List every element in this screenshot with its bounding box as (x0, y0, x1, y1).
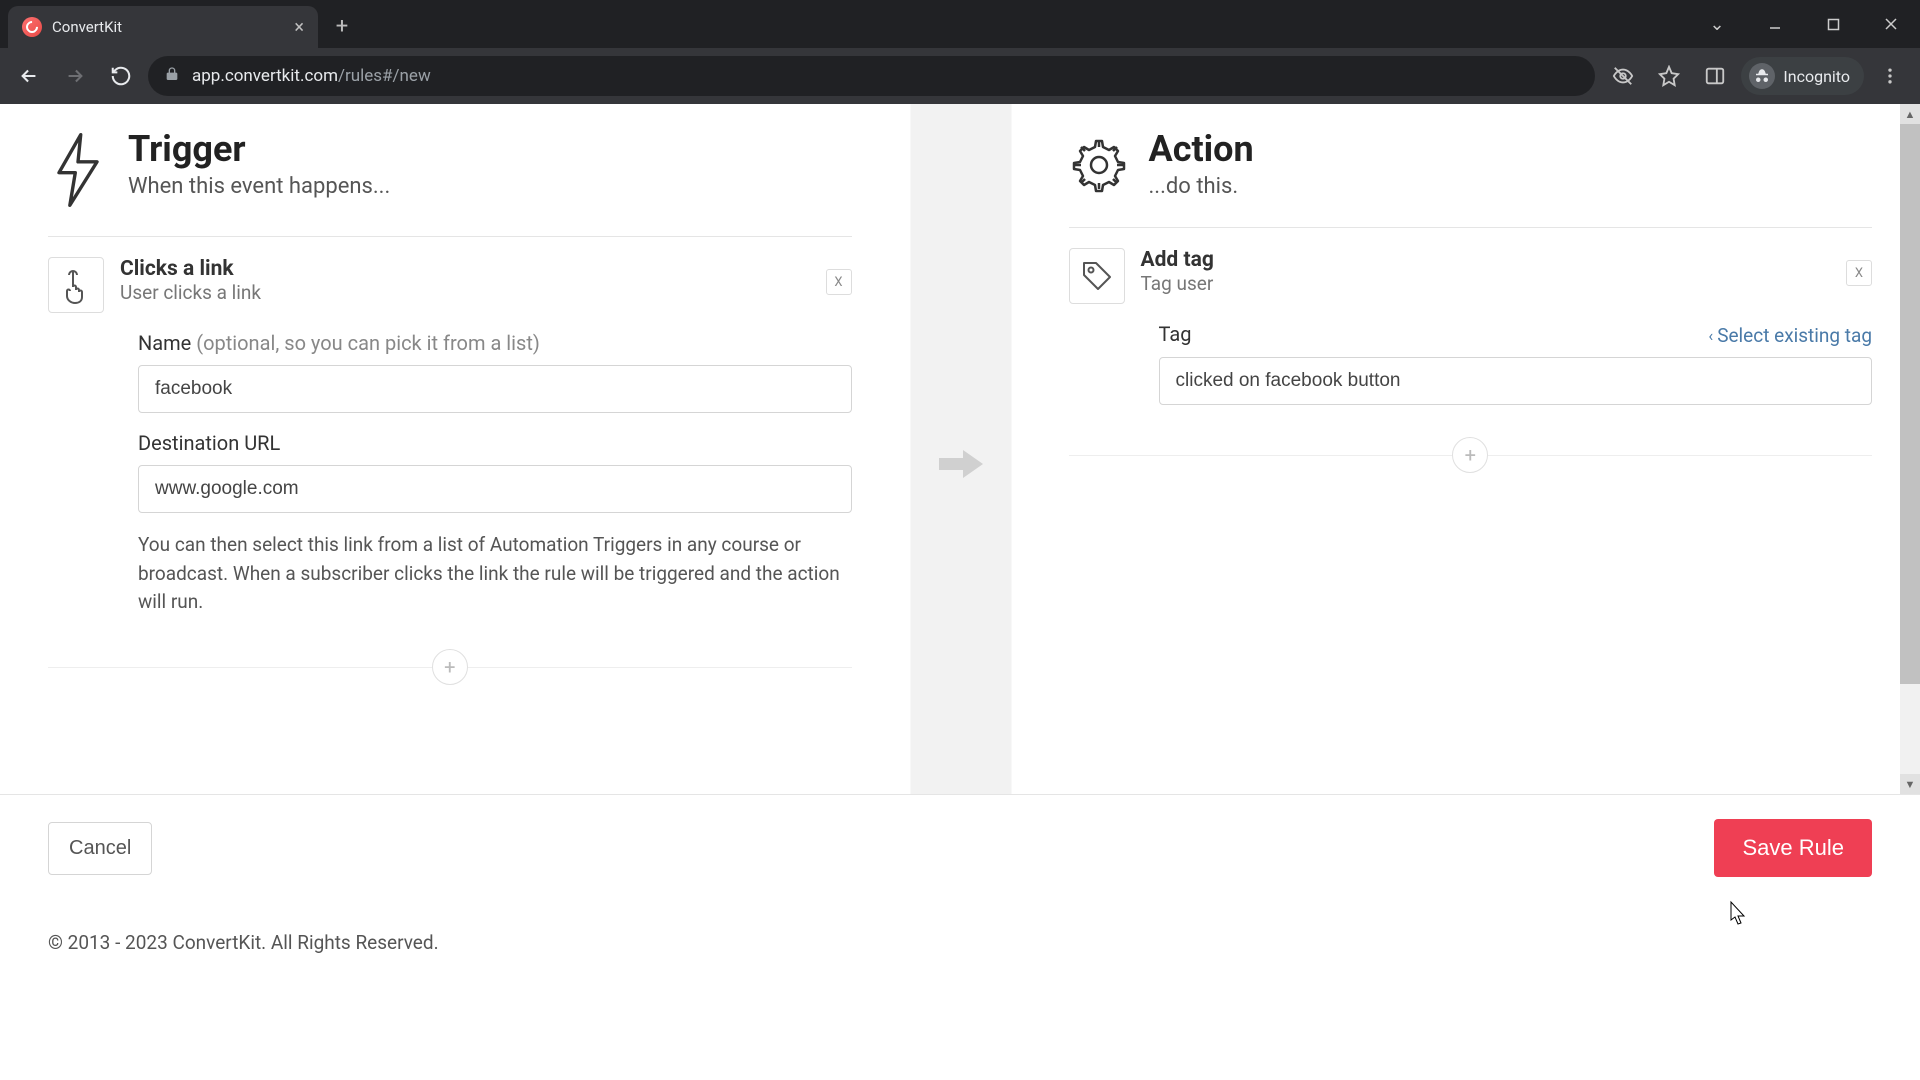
close-window-icon[interactable] (1862, 4, 1920, 44)
action-subtitle: ...do this. (1149, 174, 1254, 199)
trigger-card-title: Clicks a link (120, 257, 261, 281)
address-bar[interactable]: app.convertkit.com/rules#/new (148, 56, 1595, 96)
click-link-icon (48, 257, 104, 313)
divider (1069, 227, 1873, 228)
url-label: Destination URL (138, 431, 280, 455)
destination-url-input[interactable] (138, 465, 852, 513)
scrollbar[interactable]: ▲ ▼ (1900, 104, 1920, 794)
cancel-button[interactable]: Cancel (48, 822, 152, 875)
flow-divider (901, 104, 1021, 794)
tab-search-icon[interactable]: ⌄ (1688, 4, 1746, 44)
url-path: /rules#/new (338, 66, 431, 86)
tag-input[interactable] (1159, 357, 1873, 405)
incognito-chip[interactable]: Incognito (1741, 57, 1864, 95)
incognito-icon (1749, 63, 1775, 89)
scrollbar-up-icon[interactable]: ▲ (1900, 104, 1920, 124)
remove-action-button[interactable]: X (1846, 260, 1872, 286)
side-panel-icon[interactable] (1695, 56, 1735, 96)
lock-icon (164, 66, 180, 87)
action-title: Action (1149, 128, 1254, 170)
gear-icon (1069, 128, 1129, 198)
close-tab-icon[interactable]: × (294, 17, 304, 38)
site-favicon-icon (22, 17, 42, 37)
trigger-card-sub: User clicks a link (120, 281, 261, 304)
remove-trigger-button[interactable]: X (826, 269, 852, 295)
minimize-icon[interactable] (1746, 4, 1804, 44)
divider (48, 236, 852, 237)
trigger-name-input[interactable] (138, 365, 852, 413)
action-card-sub: Tag user (1141, 272, 1214, 295)
back-button[interactable] (10, 57, 48, 95)
scrollbar-thumb[interactable] (1900, 124, 1920, 684)
tracking-protection-icon[interactable] (1603, 56, 1643, 96)
arrow-right-icon (937, 444, 985, 484)
scrollbar-down-icon[interactable]: ▼ (1900, 774, 1920, 794)
kebab-menu-icon[interactable] (1870, 56, 1910, 96)
lightning-icon (48, 128, 108, 208)
new-tab-button[interactable]: + (324, 8, 360, 44)
trigger-subtitle: When this event happens... (128, 174, 390, 199)
forward-button[interactable] (56, 57, 94, 95)
trigger-help-text: You can then select this link from a lis… (138, 531, 852, 617)
add-trigger-button[interactable]: + (432, 649, 468, 685)
tag-label: Tag (1159, 322, 1192, 346)
bookmark-icon[interactable] (1649, 56, 1689, 96)
browser-tab[interactable]: ConvertKit × (8, 6, 318, 48)
action-card-title: Add tag (1141, 248, 1214, 272)
select-existing-tag-link[interactable]: ‹Select existing tag (1708, 324, 1872, 347)
save-rule-button[interactable]: Save Rule (1714, 819, 1872, 877)
tab-title: ConvertKit (52, 18, 122, 36)
copyright-text: © 2013 - 2023 ConvertKit. All Rights Res… (0, 901, 1920, 984)
name-hint: (optional, so you can pick it from a lis… (196, 331, 540, 355)
add-action-button[interactable]: + (1452, 437, 1488, 473)
reload-button[interactable] (102, 57, 140, 95)
tag-icon (1069, 248, 1125, 304)
trigger-title: Trigger (128, 128, 390, 170)
url-host: app.convertkit.com (192, 66, 338, 86)
name-label: Name (138, 331, 191, 355)
incognito-label: Incognito (1783, 67, 1850, 86)
maximize-icon[interactable] (1804, 4, 1862, 44)
